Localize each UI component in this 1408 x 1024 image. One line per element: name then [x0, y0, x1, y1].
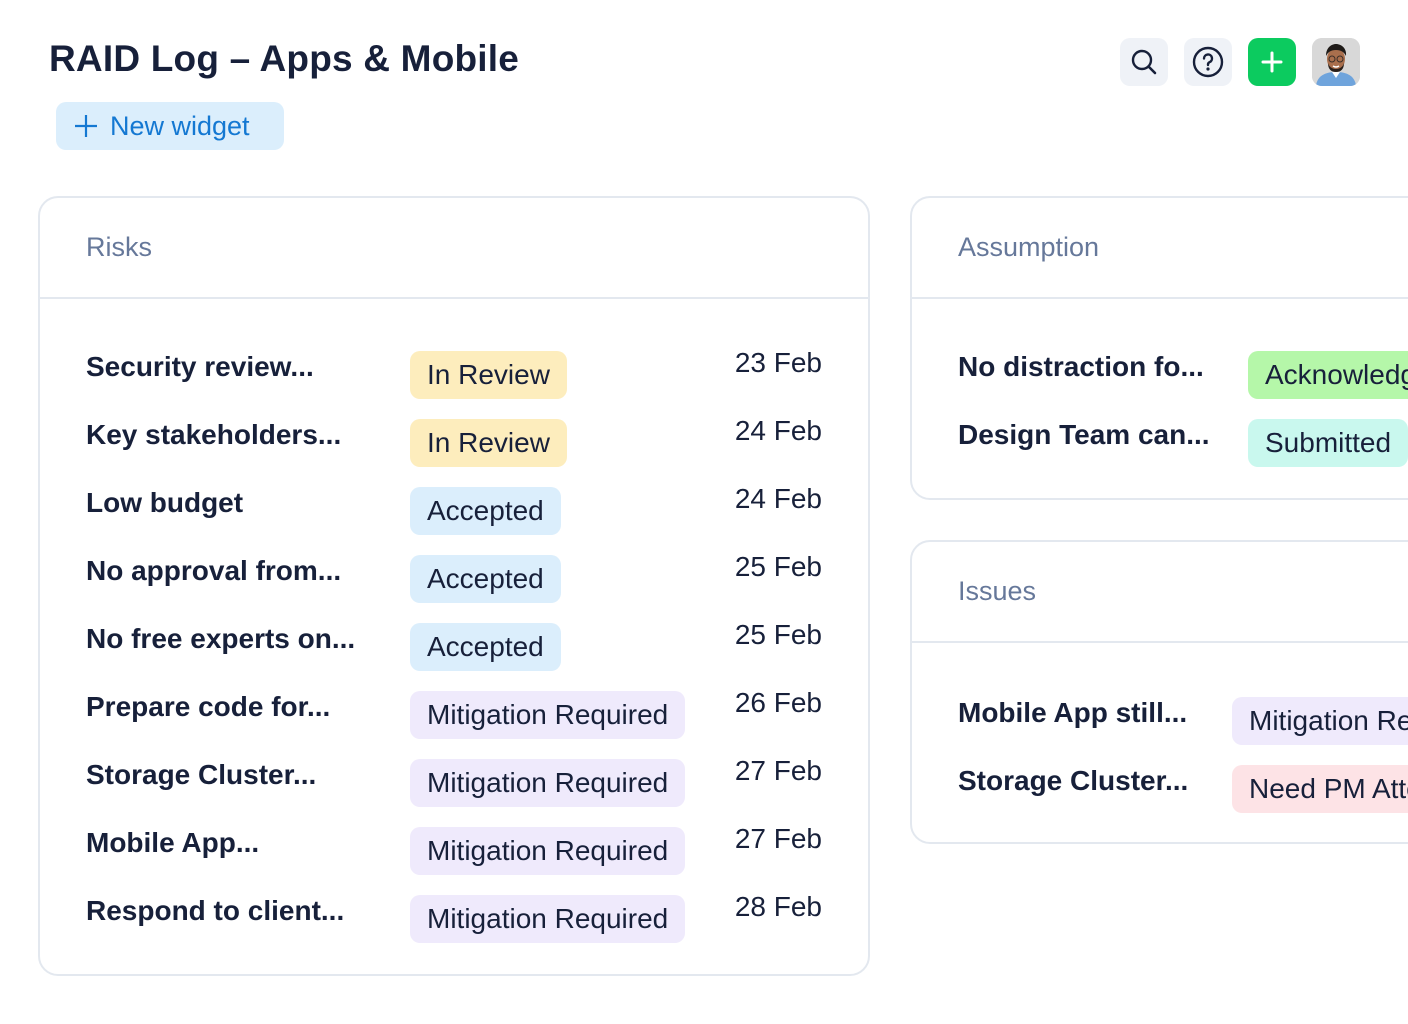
status-badge: In Review	[410, 419, 567, 467]
issues-widget-title: Issues	[912, 542, 1408, 643]
risk-row[interactable]: Respond to client... Mitigation Required…	[40, 885, 868, 953]
add-button[interactable]	[1248, 38, 1296, 86]
risk-date: 27 Feb	[734, 755, 822, 786]
status-badge: Need PM Attention	[1232, 765, 1408, 813]
issue-title: Mobile App still...	[958, 697, 1188, 728]
risk-date: 25 Feb	[734, 551, 822, 582]
risk-row[interactable]: Mobile App... Mitigation Required 27 Feb	[40, 817, 868, 885]
assumption-title: Design Team can...	[958, 419, 1210, 450]
risk-title: No approval from...	[86, 555, 342, 586]
risk-title: No free experts on...	[86, 623, 356, 654]
avatar-photo-icon	[1312, 38, 1360, 86]
new-widget-label: New widget	[110, 110, 250, 141]
status-badge: Mitigation Required	[410, 895, 686, 943]
search-icon	[1131, 49, 1157, 75]
status-badge: Acknowledged	[1248, 351, 1408, 399]
risk-date: 27 Feb	[734, 823, 822, 854]
page-title: RAID Log – Apps & Mobile	[49, 38, 520, 79]
risk-title: Key stakeholders...	[86, 419, 342, 450]
risk-title: Security review...	[86, 351, 314, 382]
status-badge: In Review	[410, 351, 567, 399]
issue-row[interactable]: Mobile App still... Mitigation Required	[912, 685, 1408, 753]
risk-row[interactable]: Prepare code for... Mitigation Required …	[40, 681, 868, 749]
risks-widget: Risks Security review... In Review 23 Fe…	[38, 196, 870, 976]
issue-row[interactable]: Storage Cluster... Need PM Attention	[912, 753, 1408, 821]
risk-date: 24 Feb	[734, 415, 822, 446]
risk-title: Low budget	[86, 487, 244, 518]
risk-date: 26 Feb	[734, 687, 822, 718]
risk-row[interactable]: Low budget Accepted 24 Feb	[40, 477, 868, 545]
risk-row[interactable]: No free experts on... Accepted 25 Feb	[40, 613, 868, 681]
status-badge: Mitigation Required	[410, 827, 686, 875]
status-badge: Submitted	[1248, 419, 1408, 467]
plus-icon	[75, 115, 97, 137]
risk-title: Prepare code for...	[86, 691, 331, 722]
status-badge: Mitigation Required	[410, 759, 686, 807]
assumption-widget: Assumption No distraction fo... Acknowle…	[910, 196, 1408, 500]
assumption-row[interactable]: Design Team can... Submitted	[912, 409, 1408, 477]
risk-row[interactable]: No approval from... Accepted 25 Feb	[40, 545, 868, 613]
risk-date: 28 Feb	[734, 891, 822, 922]
help-circle-icon	[1192, 46, 1224, 78]
risk-date: 23 Feb	[734, 347, 822, 378]
assumption-list: No distraction fo... Acknowledged Design…	[912, 299, 1408, 477]
header-toolbar	[1120, 38, 1360, 86]
status-badge: Mitigation Required	[410, 691, 686, 739]
new-widget-button[interactable]: New widget	[56, 102, 284, 150]
assumption-row[interactable]: No distraction fo... Acknowledged	[912, 341, 1408, 409]
risks-widget-title: Risks	[40, 198, 868, 299]
risks-list: Security review... In Review 23 Feb Key …	[40, 299, 868, 953]
issues-widget: Issues Mobile App still... Mitigation Re…	[910, 540, 1408, 844]
user-avatar[interactable]	[1312, 38, 1360, 86]
risk-title: Mobile App...	[86, 827, 260, 858]
status-badge: Accepted	[410, 555, 561, 603]
status-badge: Mitigation Required	[1232, 697, 1408, 745]
risk-title: Respond to client...	[86, 895, 345, 926]
plus-icon	[1261, 51, 1283, 73]
risk-row[interactable]: Security review... In Review 23 Feb	[40, 341, 868, 409]
assumption-title: No distraction fo...	[958, 351, 1204, 382]
raid-log-dashboard: RAID Log – Apps & Mobile New widget Risk…	[0, 0, 1408, 1024]
risk-title: Storage Cluster...	[86, 759, 317, 790]
risk-row[interactable]: Key stakeholders... In Review 24 Feb	[40, 409, 868, 477]
issue-title: Storage Cluster...	[958, 765, 1189, 796]
risk-date: 25 Feb	[734, 619, 822, 650]
risk-date: 24 Feb	[734, 483, 822, 514]
help-button[interactable]	[1184, 38, 1232, 86]
risk-row[interactable]: Storage Cluster... Mitigation Required 2…	[40, 749, 868, 817]
status-badge: Accepted	[410, 623, 561, 671]
search-button[interactable]	[1120, 38, 1168, 86]
assumption-widget-title: Assumption	[912, 198, 1408, 299]
status-badge: Accepted	[410, 487, 561, 535]
issues-list: Mobile App still... Mitigation Required …	[912, 643, 1408, 821]
